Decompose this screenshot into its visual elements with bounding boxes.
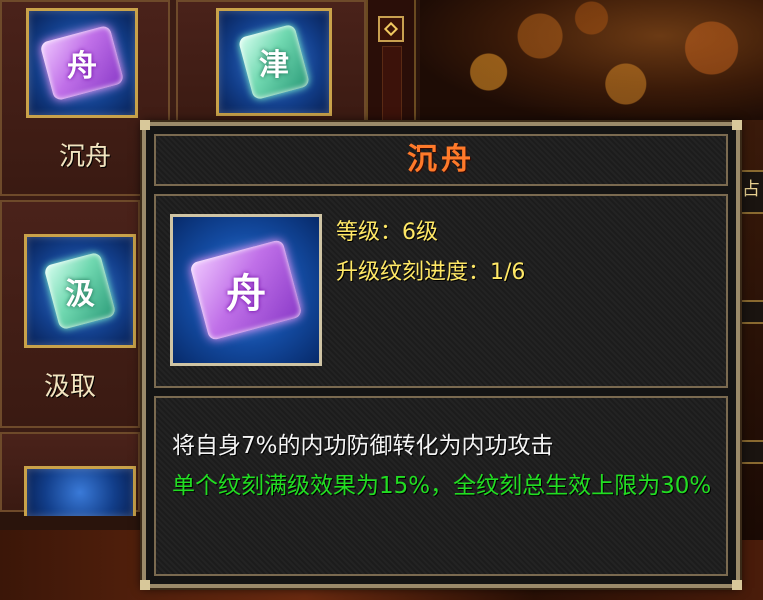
scrollbar[interactable]	[366, 0, 416, 122]
scene-artwork	[420, 0, 763, 120]
skill-description: 将自身7%的内功防御转化为内功攻击	[172, 433, 554, 459]
skill-level: 等级：6级	[336, 220, 438, 245]
skill-icon-frame[interactable]	[24, 466, 136, 516]
rune-gem-icon: 舟	[39, 24, 125, 102]
rune-glyph: 津	[259, 48, 289, 83]
skill-tooltip: 沉舟 舟 等级：6级 升级纹刻进度：1/6 将自身7%的内功防御转化为内功攻击 …	[140, 120, 742, 590]
skill-name: 汲取	[43, 372, 96, 402]
skill-cell-jiqu[interactable]: 汲 汲取	[0, 200, 140, 428]
skill-cell-jin[interactable]: 津	[176, 0, 366, 130]
skill-icon-frame[interactable]: 津	[216, 8, 332, 116]
corner-ornament	[732, 120, 742, 130]
scroll-track[interactable]	[382, 46, 402, 122]
tooltip-skill-icon: 舟	[170, 214, 322, 366]
rune-glyph: 舟	[67, 49, 97, 84]
tooltip-header: 沉舟	[154, 134, 728, 186]
skill-icon-frame[interactable]: 汲	[24, 234, 136, 348]
skill-cell-partial[interactable]	[0, 432, 140, 516]
tooltip-title: 沉舟	[407, 142, 475, 177]
skill-bonus-note: 单个纹刻满级效果为15%，全纹刻总生效上限为30%	[172, 473, 712, 499]
corner-ornament	[140, 120, 150, 130]
rune-gem-icon: 津	[237, 23, 311, 101]
tooltip-description-panel: 将自身7%的内功防御转化为内功攻击 单个纹刻满级效果为15%，全纹刻总生效上限为…	[154, 396, 728, 576]
corner-ornament	[732, 580, 742, 590]
corner-ornament	[140, 580, 150, 590]
tooltip-info-panel: 舟 等级：6级 升级纹刻进度：1/6	[154, 194, 728, 388]
scroll-up-button[interactable]	[378, 16, 404, 42]
upgrade-progress: 升级纹刻进度：1/6	[336, 260, 526, 285]
skill-icon-frame[interactable]: 舟	[26, 8, 138, 118]
rune-gem-icon: 汲	[43, 251, 117, 331]
rune-gem-icon: 舟	[189, 238, 303, 342]
rune-glyph: 汲	[65, 277, 95, 312]
rune-glyph: 舟	[226, 270, 266, 317]
